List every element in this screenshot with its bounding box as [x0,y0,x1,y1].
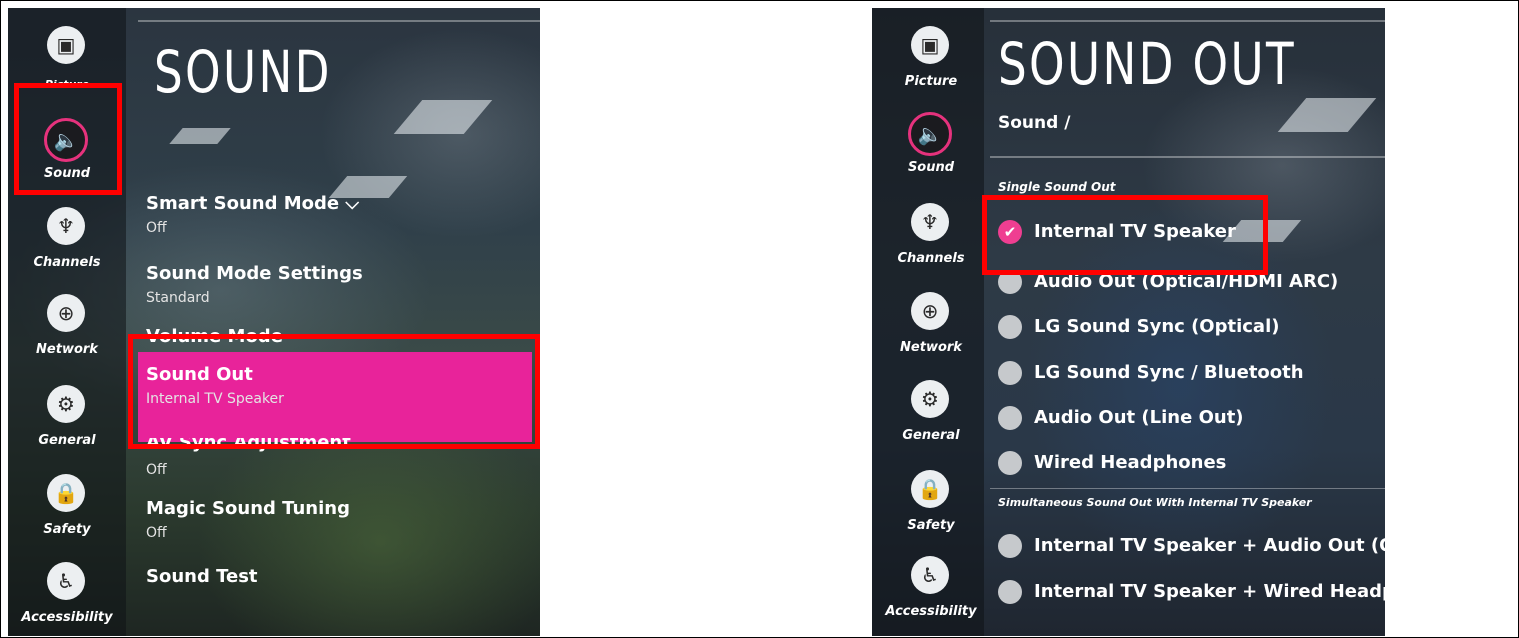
accessibility-icon: ♿ [47,562,85,600]
rail-item-network[interactable]: ⊕ Network [8,294,126,374]
top-divider [990,20,1385,22]
menu-item-name: Sound Test [146,566,258,587]
rail-item-label: Safety [907,518,955,533]
section-divider [990,156,1385,158]
menu-item-magic-sound-tuning[interactable]: Magic Sound Tuning Off [146,498,526,541]
menu-item-smart-sound-mode[interactable]: Smart Sound Mode ⌵ Off [146,193,526,236]
rail-item-label: Network [36,342,98,357]
picture-icon: ▣ [47,26,85,64]
rail-item-accessibility[interactable]: ♿ Accessibility [8,562,126,636]
rail-item-label: Safety [43,522,91,537]
rail-item-label: Picture [904,74,958,89]
section-heading-simultaneous: Simultaneous Sound Out With Internal TV … [998,496,1312,509]
section-divider [990,488,1385,489]
rail-item-sound[interactable]: 🔈 Sound [872,112,990,192]
rail-item-channels[interactable]: ♆ Channels [8,207,126,287]
rail-item-picture[interactable]: ▣ Picture [872,26,990,106]
rail-item-network[interactable]: ⊕ Network [872,292,990,372]
page-title: SOUND [154,38,332,106]
option-label: Audio Out (Line Out) [1034,407,1244,428]
menu-item-value: Off [146,525,167,541]
category-rail: ▣ Picture 🔈 Sound ♆ Channels ⊕ Network ⚙… [872,8,984,636]
option-label: Internal TV Speaker + Audio Out (Opt [1034,535,1385,556]
rail-item-label: Network [900,340,962,355]
tools-icon: ⚙ [47,385,85,423]
menu-item-sound-test[interactable]: Sound Test [146,566,526,587]
globe-icon: ⊕ [911,292,949,330]
rail-item-label: Accessibility [885,604,977,619]
rail-item-channels[interactable]: ♆ Channels [872,203,990,283]
lock-icon: 🔒 [911,470,949,508]
menu-item-sound-mode-settings[interactable]: Sound Mode Settings Standard [146,263,526,306]
section-heading-single-sound-out: Single Sound Out [998,180,1116,194]
rail-item-label: Accessibility [21,610,113,625]
page-title: SOUND OUT [998,30,1296,98]
top-divider [138,20,540,22]
rail-item-general[interactable]: ⚙ General [8,385,126,465]
rail-item-label: General [902,428,960,443]
option-label: Internal TV Speaker + Wired Headpho [1034,581,1385,602]
menu-item-name: Magic Sound Tuning [146,498,350,519]
radio-icon [998,534,1022,558]
rail-item-label: Channels [33,255,101,270]
menu-item-name: Sound Mode Settings [146,263,363,284]
rail-item-label: Channels [897,251,965,266]
radio-icon [998,361,1022,385]
tools-icon: ⚙ [911,380,949,418]
annotation-box-internal-tv-speaker [982,195,1268,275]
menu-item-name: Smart Sound Mode ⌵ [146,193,360,214]
breadcrumb: Sound / [998,113,1071,133]
satellite-dish-icon: ♆ [47,207,85,245]
rail-item-safety[interactable]: 🔒 Safety [872,470,990,550]
radio-icon [998,406,1022,430]
picture-icon: ▣ [911,26,949,64]
menu-item-value: Off [146,220,167,236]
option-label: LG Sound Sync / Bluetooth [1034,362,1304,383]
tv-screen-sound-menu: ▣ Picture 🔈 Sound ♆ Channels ⊕ Network ⚙… [8,8,540,636]
annotation-box-sound-out [128,334,540,449]
radio-icon [998,315,1022,339]
radio-icon [998,451,1022,475]
accessibility-icon: ♿ [911,556,949,594]
menu-item-value: Off [146,462,167,478]
rail-item-safety[interactable]: 🔒 Safety [8,474,126,554]
annotation-box-sound [14,83,122,195]
menu-item-value: Standard [146,290,210,306]
lock-icon: 🔒 [47,474,85,512]
rail-item-accessibility[interactable]: ♿ Accessibility [872,556,990,636]
speaker-icon: 🔈 [908,112,952,156]
option-label: Wired Headphones [1034,452,1227,473]
tv-screen-sound-out-menu: ▣ Picture 🔈 Sound ♆ Channels ⊕ Network ⚙… [872,8,1385,636]
option-label: LG Sound Sync (Optical) [1034,316,1280,337]
satellite-dish-icon: ♆ [911,203,949,241]
rail-item-general[interactable]: ⚙ General [872,380,990,460]
rail-item-label: General [38,433,96,448]
rail-item-label: Sound [907,160,955,175]
globe-icon: ⊕ [47,294,85,332]
radio-icon [998,580,1022,604]
